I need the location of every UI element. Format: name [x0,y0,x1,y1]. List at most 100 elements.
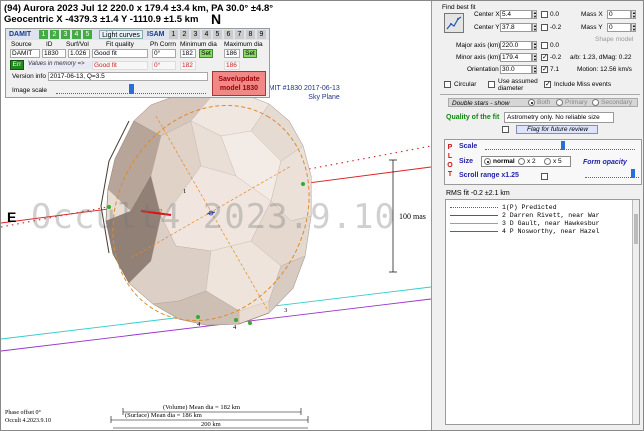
chord-label-4a: 4 [197,321,201,328]
use-assumed-checkbox[interactable] [488,81,495,88]
use-assumed-label: Use assumed diameter [498,78,538,92]
legend-swatch [450,231,498,232]
major-axis-spinner[interactable]: ▲ ▼ [532,41,537,50]
major-axis-offset: 0.0 [550,42,560,49]
quality-of-fit-label: Quality of the fit [446,114,500,121]
center-x-checkbox[interactable] [541,11,548,18]
size-normal-radio[interactable] [484,158,491,165]
col-surf-vol: Surf/Vol [66,41,89,48]
legend-swatch [450,223,498,224]
plot-area[interactable]: (94) Aurora 2023 Jul 12 220.0 x 179.4 ±3… [1,1,431,430]
ph-corrn-field[interactable]: 0° [152,49,176,58]
legend-scrollbar[interactable] [632,200,639,424]
isam-tab-1[interactable]: 1 [169,30,178,39]
include-miss-checkbox[interactable] [544,80,551,88]
major-axis-checkbox[interactable] [541,42,548,49]
center-x-label: Center X [474,11,500,18]
image-scale-thumb[interactable] [129,84,134,94]
plot-scale-slider[interactable] [485,144,635,150]
memory-ph-corrn: 0° [152,61,176,70]
damit-tab-row: DAMIT 1 2 3 4 5 Light curves ISAM 1 2 3 … [6,29,269,40]
size-x2-radio[interactable] [518,158,525,165]
mass-y-field[interactable]: 0 [607,23,631,32]
version-info-field[interactable]: 2017-06-13, Q=3.5 [48,72,208,81]
center-x-field[interactable]: 5.4 [500,10,532,19]
legend-scroll-thumb[interactable] [634,214,638,244]
isam-tab-6[interactable]: 6 [224,30,233,39]
mass-x-field[interactable]: 0 [607,10,631,19]
isam-tab-4[interactable]: 4 [202,30,211,39]
id-field[interactable]: 1830 [42,49,66,58]
scroll-range-checkbox[interactable] [541,173,548,180]
isam-tab-2[interactable]: 2 [180,30,189,39]
fit-controls-panel: Find best fit Center X 5.4 ▲ ▼ 0.0 Mass X… [431,1,643,430]
isam-tab-8[interactable]: 8 [246,30,255,39]
ratio-dmag-text: a/b: 1.23, dMag: 0.22 [570,54,632,61]
scroll-range-label: Scroll range x1.25 [459,172,519,179]
fit-quality-select[interactable]: Good fit [92,49,148,58]
footer-info: Phase offset 0° Occult 4.2023.9.10 [5,410,51,424]
plot-scale-thumb[interactable] [561,141,565,150]
form-opacity-thumb[interactable] [631,169,635,178]
mass-y-spinner[interactable]: ▲ ▼ [631,23,636,32]
mass-y-label: Mass Y [581,24,603,31]
err-button[interactable]: Err [10,60,24,70]
center-x-offset: 0.0 [550,11,560,18]
mass-x-spinner[interactable]: ▲ ▼ [631,10,636,19]
rms-fit-text: RMS fit -0.2 ±2.1 km [446,190,510,197]
circular-checkbox[interactable] [444,81,451,88]
include-miss-label: Include Miss events [554,81,612,88]
damit-tab-5[interactable]: 5 [83,30,92,39]
flag-review-checkbox[interactable] [502,126,509,133]
isam-tab-7[interactable]: 7 [235,30,244,39]
surface-dia-label: (Surface) Mean dia = 186 km [125,412,202,419]
size-x5-radio[interactable] [544,158,551,165]
isam-tab-9[interactable]: 9 [257,30,266,39]
center-y-field[interactable]: 37.8 [500,23,532,32]
source-field[interactable]: DAMIT [10,49,40,58]
quality-of-fit-select[interactable]: Astrometry only. No reliable size [504,112,614,123]
legend-swatch [450,215,498,216]
major-axis-field[interactable]: 220.0 [500,41,532,50]
chord-label-3: 3 [284,307,288,314]
orientation-field[interactable]: 30.0 [500,65,532,74]
fit-chart-icon [446,16,462,30]
find-best-fit-button[interactable] [444,13,464,33]
col-max-dia: Maximum dia [224,41,263,48]
save-update-model-button[interactable]: Save/update model 1830 [212,71,266,96]
orientation-checkbox[interactable] [541,65,548,73]
isam-tab-3[interactable]: 3 [191,30,200,39]
surf-vol-field[interactable]: 1.026 [68,49,90,58]
center-y-spinner[interactable]: ▲ ▼ [532,23,537,32]
damit-tab-3[interactable]: 3 [61,30,70,39]
flag-review-label: Flag for future review [516,125,598,134]
ds-both-radio[interactable] [528,99,535,106]
damit-tab-4[interactable]: 4 [72,30,81,39]
min-dia-field[interactable]: 182 [180,49,196,58]
minor-axis-field[interactable]: 179.4 [500,53,532,62]
size-label: Size [459,158,474,165]
shape-model-label: Shape model [595,36,634,43]
orientation-spinner[interactable]: ▲ ▼ [532,65,537,74]
damit-tab-2[interactable]: 2 [50,30,59,39]
minor-axis-spinner[interactable]: ▲ ▼ [532,53,537,62]
center-y-checkbox[interactable] [541,24,548,31]
size-x5-label: x 5 [553,158,562,165]
light-curves-button[interactable]: Light curves [99,30,143,39]
version-watermark: Occult4 2023.9.10 [31,197,396,237]
image-scale-label: Image scale [12,87,48,94]
memory-min-dia: 182 [180,61,196,70]
isam-tab-5[interactable]: 5 [213,30,222,39]
ds-secondary-label: Secondary [601,99,633,106]
center-x-spinner[interactable]: ▲ ▼ [532,10,537,19]
col-id: ID [46,41,53,48]
set-max-button[interactable]: Set [243,49,257,58]
minor-axis-checkbox[interactable] [541,53,548,61]
max-dia-field[interactable]: 186 [224,49,240,58]
set-min-button[interactable]: Set [199,49,213,58]
ds-primary-radio[interactable] [556,99,563,106]
event-title: (94) Aurora 2023 Jul 12 220.0 x 179.4 ±3… [4,3,274,14]
memory-fit-quality: Good fit [92,61,148,70]
damit-tab-1[interactable]: 1 [39,30,48,39]
ds-secondary-radio[interactable] [592,99,599,106]
